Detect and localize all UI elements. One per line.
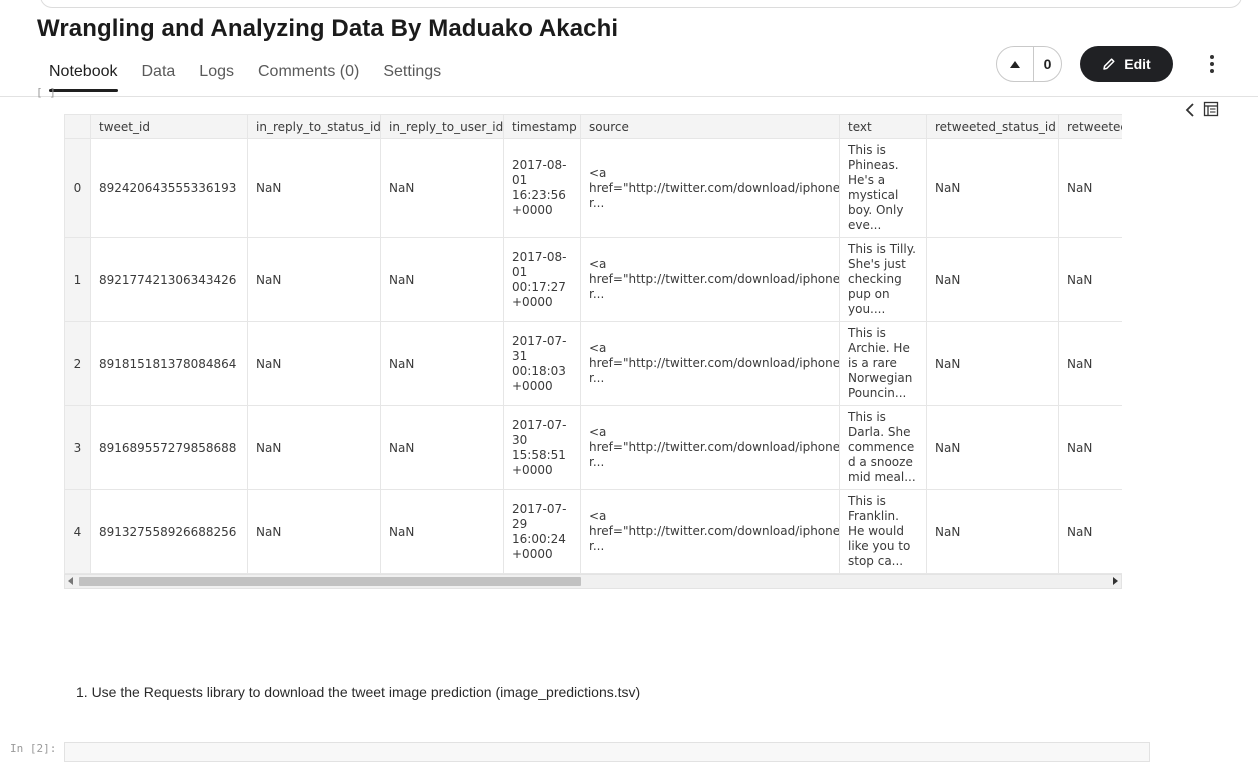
code-cell-editor[interactable]	[64, 742, 1150, 762]
column-header: in_reply_to_status_id	[247, 114, 381, 139]
column-header: retweeted_status_id	[926, 114, 1059, 139]
notebook-title: Wrangling and Analyzing Data By Maduako …	[37, 15, 619, 42]
triangle-up-icon	[1010, 60, 1020, 68]
row-index: 4	[64, 489, 91, 574]
table-cell: NaN	[1058, 405, 1122, 490]
table-cell: 2017-07-31 00:18:03 +0000	[503, 321, 581, 406]
table-cell: 2017-08-01 00:17:27 +0000	[503, 237, 581, 322]
table-cell: NaN	[926, 237, 1059, 322]
row-index: 0	[64, 138, 91, 238]
scrollbar-thumb[interactable]	[79, 577, 581, 586]
scroll-left-arrow-icon[interactable]	[68, 577, 73, 585]
table-cell: NaN	[926, 138, 1059, 238]
column-header: timestamp	[503, 114, 581, 139]
table-cell: NaN	[926, 405, 1059, 490]
table-cell: 891327558926688256	[90, 489, 248, 574]
column-header: in_reply_to_user_id	[380, 114, 504, 139]
table-cell: This is Franklin. He would like you to s…	[839, 489, 927, 574]
table-row: 2 891815181378084864 NaN NaN 2017-07-31 …	[64, 321, 1122, 406]
tab-settings[interactable]: Settings	[371, 58, 453, 91]
table-row: 4 891327558926688256 NaN NaN 2017-07-29 …	[64, 489, 1122, 574]
table-cell: 892177421306343426	[90, 237, 248, 322]
row-index: 3	[64, 405, 91, 490]
table-cell: NaN	[380, 321, 504, 406]
tab-logs[interactable]: Logs	[187, 58, 246, 91]
table-cell: This is Phineas. He's a mystical boy. On…	[839, 138, 927, 238]
table-cell: 891689557279858688	[90, 405, 248, 490]
column-header: text	[839, 114, 927, 139]
table-cell: <a href="http://twitter.com/download/iph…	[580, 405, 840, 490]
dataframe-output: tweet_id in_reply_to_status_id in_reply_…	[64, 114, 1122, 574]
table-cell: This is Darla. She commenced a snooze mi…	[839, 405, 927, 490]
table-cell: <a href="http://twitter.com/download/iph…	[580, 138, 840, 238]
table-cell: NaN	[380, 237, 504, 322]
kebab-menu-icon	[1210, 55, 1214, 73]
tab-comments[interactable]: Comments (0)	[246, 58, 371, 91]
table-cell: NaN	[1058, 138, 1122, 238]
tab-data[interactable]: Data	[130, 58, 188, 91]
table-cell: NaN	[380, 489, 504, 574]
row-index: 1	[64, 237, 91, 322]
table-cell: 892420643555336193	[90, 138, 248, 238]
table-cell: <a href="http://twitter.com/download/iph…	[580, 489, 840, 574]
cell-input-prompt: In [2]:	[10, 742, 57, 755]
table-of-contents-icon[interactable]	[1203, 101, 1219, 117]
table-cell: NaN	[380, 405, 504, 490]
table-cell: 2017-07-29 16:00:24 +0000	[503, 489, 581, 574]
pencil-icon	[1103, 58, 1115, 70]
table-cell: NaN	[247, 489, 381, 574]
header-divider	[0, 96, 1258, 97]
table-cell: NaN	[380, 138, 504, 238]
table-cell: <a href="http://twitter.com/download/iph…	[580, 321, 840, 406]
table-cell: NaN	[926, 321, 1059, 406]
table-cell: NaN	[247, 405, 381, 490]
vote-count: 0	[1043, 56, 1052, 72]
table-cell: NaN	[247, 237, 381, 322]
more-options-button[interactable]	[1198, 50, 1226, 78]
vote-control: 0	[996, 46, 1062, 82]
edit-button[interactable]: Edit	[1080, 46, 1173, 82]
markdown-step-text: 1. Use the Requests library to download …	[76, 684, 641, 700]
table-cell: NaN	[926, 489, 1059, 574]
table-cell: 891815181378084864	[90, 321, 248, 406]
table-cell: <a href="http://twitter.com/download/iph…	[580, 237, 840, 322]
upvote-button[interactable]	[997, 47, 1033, 81]
column-header: retweetec	[1058, 114, 1122, 139]
output-prompt: [ ]	[36, 86, 56, 99]
table-cell: NaN	[247, 321, 381, 406]
table-cell: NaN	[247, 138, 381, 238]
table-cell: This is Archie. He is a rare Norwegian P…	[839, 321, 927, 406]
table-row: 0 892420643555336193 NaN NaN 2017-08-01 …	[64, 138, 1122, 238]
table-header-row: tweet_id in_reply_to_status_id in_reply_…	[64, 114, 1122, 139]
scroll-right-arrow-icon[interactable]	[1113, 577, 1118, 585]
column-header: tweet_id	[90, 114, 248, 139]
table-cell: 2017-07-30 15:58:51 +0000	[503, 405, 581, 490]
table-row: 3 891689557279858688 NaN NaN 2017-07-30 …	[64, 405, 1122, 490]
table-cell: NaN	[1058, 489, 1122, 574]
horizontal-scrollbar[interactable]	[64, 574, 1122, 589]
edit-button-label: Edit	[1124, 56, 1151, 72]
row-index: 2	[64, 321, 91, 406]
notebook-tabs: Notebook Data Logs Comments (0) Settings	[37, 58, 453, 96]
table-cell: NaN	[1058, 237, 1122, 322]
search-bar-fragment[interactable]	[40, 0, 1242, 8]
table-cell: This is Tilly. She's just checking pup o…	[839, 237, 927, 322]
column-header-index	[64, 114, 91, 139]
chevron-left-icon[interactable]	[1183, 102, 1197, 118]
dataframe-table: tweet_id in_reply_to_status_id in_reply_…	[64, 114, 1122, 574]
table-row: 1 892177421306343426 NaN NaN 2017-08-01 …	[64, 237, 1122, 322]
table-cell: NaN	[1058, 321, 1122, 406]
column-header: source	[580, 114, 840, 139]
table-cell: 2017-08-01 16:23:56 +0000	[503, 138, 581, 238]
